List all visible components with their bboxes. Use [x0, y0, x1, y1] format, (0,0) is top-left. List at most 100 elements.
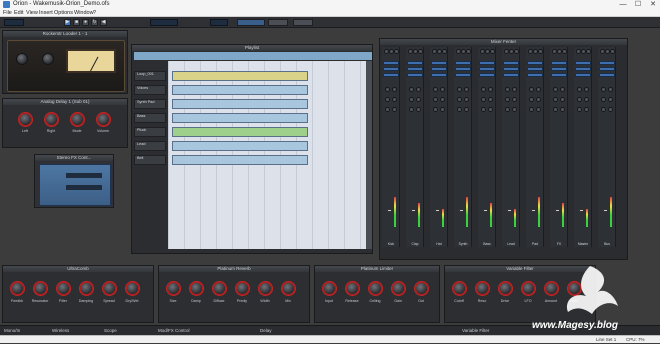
- volume-fader[interactable]: [579, 209, 584, 212]
- fx-knob[interactable]: [103, 282, 116, 295]
- insert-slot[interactable]: [479, 73, 495, 77]
- eq-knob[interactable]: [457, 97, 462, 102]
- fx-slider-b[interactable]: [66, 185, 102, 190]
- fx-knob[interactable]: [167, 282, 180, 295]
- insert-slot[interactable]: [527, 61, 543, 65]
- volume-fader[interactable]: [507, 209, 512, 212]
- loop-icon[interactable]: ↻: [91, 19, 98, 26]
- insert-slot[interactable]: [503, 73, 519, 77]
- eq-knob[interactable]: [433, 97, 438, 102]
- fx-knob[interactable]: [392, 282, 405, 295]
- fx-knob[interactable]: [190, 282, 203, 295]
- eq-knob[interactable]: [392, 87, 397, 92]
- fx-knob[interactable]: [259, 282, 272, 295]
- eq-knob[interactable]: [409, 87, 414, 92]
- insert-slot[interactable]: [575, 73, 591, 77]
- track-header[interactable]: Loop_001: [134, 71, 166, 81]
- eq-knob[interactable]: [601, 107, 606, 112]
- eq-knob[interactable]: [488, 87, 493, 92]
- eq-knob[interactable]: [560, 107, 565, 112]
- eq-knob[interactable]: [488, 107, 493, 112]
- send-knob[interactable]: [538, 49, 543, 54]
- insert-slot[interactable]: [383, 67, 399, 71]
- clip-pattern[interactable]: [172, 155, 308, 165]
- eq-knob[interactable]: [560, 87, 565, 92]
- insert-slot[interactable]: [575, 61, 591, 65]
- volume-fader[interactable]: [387, 209, 392, 212]
- volume-fader[interactable]: [531, 209, 536, 212]
- menu-help[interactable]: ?: [93, 9, 96, 17]
- eq-knob[interactable]: [457, 107, 462, 112]
- eq-knob[interactable]: [481, 87, 486, 92]
- clip-pattern[interactable]: [172, 99, 308, 109]
- eq-knob[interactable]: [481, 107, 486, 112]
- insert-slot[interactable]: [551, 67, 567, 71]
- insert-slot[interactable]: [407, 67, 423, 71]
- insert-slot[interactable]: [407, 73, 423, 77]
- eq-knob[interactable]: [392, 97, 397, 102]
- eq-knob[interactable]: [560, 97, 565, 102]
- eq-knob[interactable]: [601, 87, 606, 92]
- tempo-display[interactable]: [4, 19, 24, 26]
- send-knob[interactable]: [490, 49, 495, 54]
- eq-knob[interactable]: [416, 107, 421, 112]
- send-knob[interactable]: [562, 49, 567, 54]
- track-header[interactable]: Voices: [134, 85, 166, 95]
- maximize-button[interactable]: ☐: [631, 0, 645, 9]
- fx-knob[interactable]: [346, 282, 359, 295]
- menu-edit[interactable]: Edit: [14, 9, 23, 17]
- fx-knob[interactable]: [213, 282, 226, 295]
- eq-knob[interactable]: [577, 87, 582, 92]
- play-icon[interactable]: ▶: [64, 19, 71, 26]
- insert-slot[interactable]: [383, 73, 399, 77]
- delay-left-knob[interactable]: [19, 113, 32, 126]
- eq-knob[interactable]: [457, 87, 462, 92]
- send-knob[interactable]: [442, 49, 447, 54]
- menu-view[interactable]: View: [26, 9, 38, 17]
- eq-knob[interactable]: [416, 87, 421, 92]
- mode-display-a[interactable]: [210, 19, 228, 26]
- insert-slot[interactable]: [407, 61, 423, 65]
- eq-knob[interactable]: [577, 107, 582, 112]
- release-knob[interactable]: [42, 53, 54, 65]
- mode-button-b[interactable]: [237, 19, 265, 26]
- insert-slot[interactable]: [479, 61, 495, 65]
- stop-icon[interactable]: ■: [73, 19, 80, 26]
- insert-slot[interactable]: [455, 61, 471, 65]
- eq-knob[interactable]: [584, 87, 589, 92]
- volume-fader[interactable]: [459, 209, 464, 212]
- eq-knob[interactable]: [409, 107, 414, 112]
- send-knob[interactable]: [586, 49, 591, 54]
- insert-slot[interactable]: [383, 61, 399, 65]
- insert-slot[interactable]: [551, 61, 567, 65]
- fx-slider-a[interactable]: [66, 173, 102, 178]
- eq-knob[interactable]: [440, 107, 445, 112]
- eq-knob[interactable]: [512, 97, 517, 102]
- minimize-button[interactable]: —: [616, 0, 630, 9]
- volume-fader[interactable]: [411, 209, 416, 212]
- track-header[interactable]: Lead: [134, 141, 166, 151]
- eq-knob[interactable]: [536, 87, 541, 92]
- delay-mode-knob[interactable]: [71, 113, 84, 126]
- eq-knob[interactable]: [440, 97, 445, 102]
- insert-slot[interactable]: [599, 61, 615, 65]
- fx-knob[interactable]: [126, 282, 139, 295]
- fx-knob[interactable]: [282, 282, 295, 295]
- fx-knob[interactable]: [453, 282, 466, 295]
- menu-window[interactable]: Window: [74, 9, 94, 17]
- eq-knob[interactable]: [385, 97, 390, 102]
- fx-knob[interactable]: [323, 282, 336, 295]
- menu-insert[interactable]: Insert: [39, 9, 53, 17]
- eq-knob[interactable]: [385, 107, 390, 112]
- eq-knob[interactable]: [481, 97, 486, 102]
- eq-knob[interactable]: [536, 97, 541, 102]
- eq-knob[interactable]: [584, 97, 589, 102]
- timeline-ruler[interactable]: [134, 52, 372, 60]
- eq-knob[interactable]: [608, 107, 613, 112]
- eq-knob[interactable]: [488, 97, 493, 102]
- insert-slot[interactable]: [551, 73, 567, 77]
- insert-slot[interactable]: [479, 67, 495, 71]
- fx-knob[interactable]: [57, 282, 70, 295]
- clip-pattern[interactable]: [172, 141, 308, 151]
- send-knob[interactable]: [394, 49, 399, 54]
